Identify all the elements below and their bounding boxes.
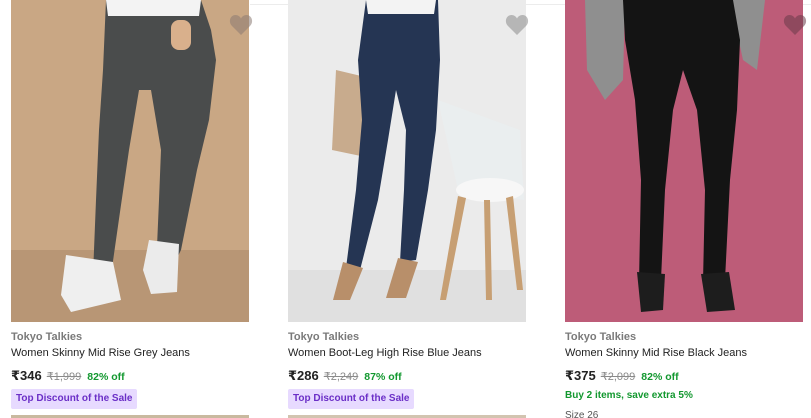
product-title[interactable]: Women Boot-Leg High Rise Blue Jeans [288, 347, 482, 359]
original-price: ₹1,999 [46, 371, 82, 383]
product-card[interactable]: Tokyo Talkies Women Boot-Leg High Rise B… [277, 0, 529, 418]
price-row: ₹346 ₹1,999 82% off [11, 368, 125, 384]
product-title[interactable]: Women Skinny Mid Rise Black Jeans [565, 347, 747, 359]
wishlist-heart-icon[interactable] [229, 14, 253, 36]
wishlist-heart-icon[interactable] [505, 14, 529, 36]
product-image[interactable] [565, 0, 803, 322]
product-brand[interactable]: Tokyo Talkies [288, 331, 359, 343]
bundle-offer: Buy 2 items, save extra 5% [565, 390, 693, 401]
selling-price: ₹346 [11, 368, 42, 383]
product-image[interactable] [288, 0, 526, 322]
selling-price: ₹375 [565, 368, 596, 383]
product-card[interactable]: Tokyo Talkies Women Skinny Mid Rise Blac… [554, 0, 807, 418]
product-title[interactable]: Women Skinny Mid Rise Grey Jeans [11, 347, 190, 359]
original-price: ₹2,099 [600, 371, 636, 383]
discount-percent: 82% off [641, 371, 679, 383]
price-row: ₹286 ₹2,249 87% off [288, 368, 402, 384]
discount-percent: 82% off [87, 371, 125, 383]
original-price: ₹2,249 [323, 371, 359, 383]
product-brand[interactable]: Tokyo Talkies [11, 331, 82, 343]
product-card[interactable]: Tokyo Talkies Women Skinny Mid Rise Grey… [0, 0, 253, 418]
deal-badge: Top Discount of the Sale [11, 389, 138, 409]
discount-percent: 87% off [364, 371, 402, 383]
product-brand[interactable]: Tokyo Talkies [565, 331, 636, 343]
price-row: ₹375 ₹2,099 82% off [565, 368, 679, 384]
size-info: Size 26 [565, 410, 599, 418]
product-image[interactable] [11, 0, 249, 322]
wishlist-heart-icon[interactable] [783, 14, 807, 36]
deal-badge: Top Discount of the Sale [288, 389, 415, 409]
selling-price: ₹286 [288, 368, 319, 383]
